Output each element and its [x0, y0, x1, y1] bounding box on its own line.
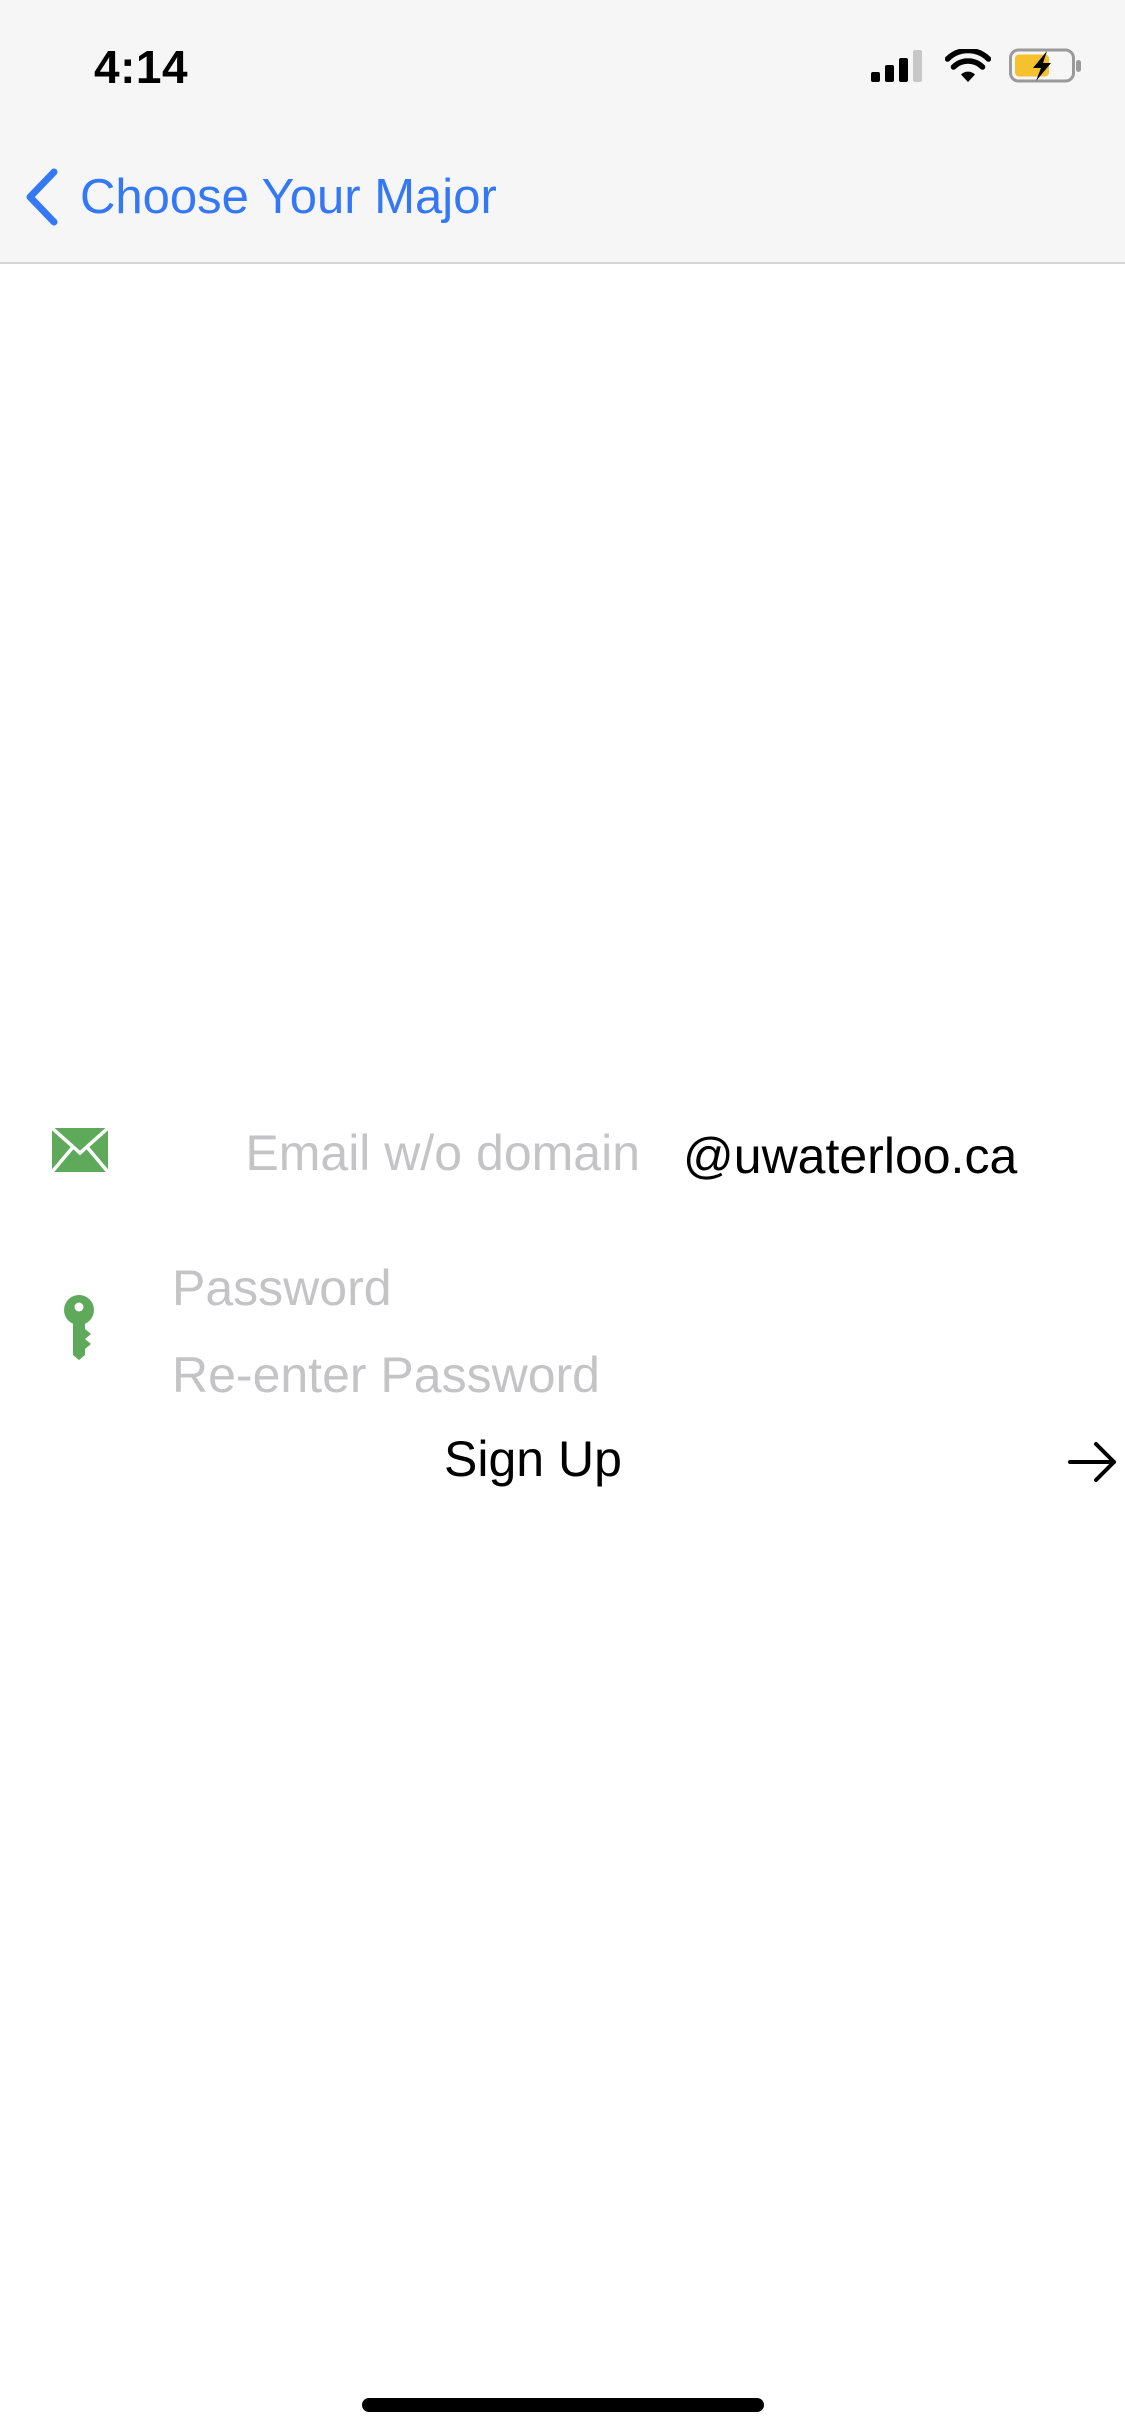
wifi-icon	[945, 49, 991, 82]
mail-icon	[52, 1128, 108, 1172]
nav-bar: Choose Your Major	[0, 132, 1125, 264]
cellular-signal-icon	[871, 50, 922, 82]
password-input[interactable]	[172, 1254, 872, 1322]
key-icon	[64, 1295, 94, 1360]
signup-button[interactable]: Sign Up	[0, 1422, 1125, 1502]
chevron-left-icon	[26, 168, 58, 226]
signup-label: Sign Up	[444, 1431, 622, 1487]
back-button[interactable]: Choose Your Major	[24, 162, 497, 232]
email-domain-suffix: @uwaterloo.ca	[683, 1128, 1018, 1184]
email-input[interactable]	[150, 1119, 640, 1187]
status-bar: 4:14	[0, 0, 1125, 132]
arrow-right-icon	[1068, 1442, 1116, 1482]
status-time: 4:14	[94, 41, 189, 93]
home-indicator	[362, 2398, 764, 2412]
status-icons	[871, 46, 1083, 86]
password-confirm-input[interactable]	[172, 1341, 872, 1409]
battery-charging-icon	[1009, 48, 1081, 83]
email-row: @uwaterloo.ca	[0, 1105, 1125, 1201]
back-label: Choose Your Major	[80, 170, 497, 224]
